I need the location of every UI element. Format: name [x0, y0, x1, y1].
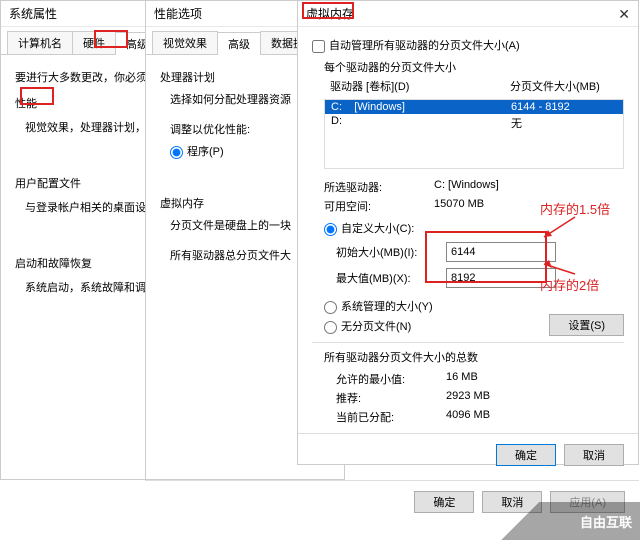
drive-row-c[interactable]: C: [Windows] 6144 - 8192 [325, 100, 623, 114]
vm-title: 虚拟内存 [306, 1, 354, 26]
close-icon[interactable]: ✕ [618, 1, 630, 26]
tab-perfadv[interactable]: 高级 [217, 32, 261, 55]
initial-label: 初始大小(MB)(I): [336, 244, 446, 260]
set-button[interactable]: 设置(S) [549, 314, 624, 336]
perfopts-title: 性能选项 [154, 1, 202, 26]
virtual-memory-dialog: 虚拟内存 ✕ 自动管理所有驱动器的分页文件大小(A) 每个驱动器的分页文件大小 … [297, 0, 639, 465]
radio-system-managed[interactable]: 系统管理的大小(Y) [324, 301, 433, 313]
tab-hardware[interactable]: 硬件 [72, 31, 116, 54]
vm-cancel-button[interactable]: 取消 [564, 444, 624, 466]
vm-buttons: 确定 取消 [298, 433, 638, 476]
avail-label: 可用空间: [324, 198, 434, 214]
radio-programs[interactable]: 程序(P) [170, 146, 224, 158]
rec-value: 2923 MB [446, 390, 490, 406]
col-drive: 驱动器 [卷标](D) [330, 78, 510, 94]
parent-ok-button[interactable]: 确定 [414, 491, 474, 513]
seldrive-value: C: [Windows] [434, 179, 499, 195]
cur-label: 当前已分配: [336, 409, 446, 425]
seldrive-label: 所选驱动器: [324, 179, 434, 195]
initial-size-input[interactable] [446, 242, 556, 262]
max-label: 最大值(MB)(X): [336, 270, 446, 286]
min-label: 允许的最小值: [336, 371, 446, 387]
drive-list[interactable]: C: [Windows] 6144 - 8192 D: 无 [324, 99, 624, 169]
vm-ok-button[interactable]: 确定 [496, 444, 556, 466]
rec-label: 推荐: [336, 390, 446, 406]
drive-row-d[interactable]: D: 无 [325, 114, 623, 132]
avail-value: 15070 MB [434, 198, 484, 214]
cur-value: 4096 MB [446, 409, 490, 425]
each-drive-title: 每个驱动器的分页文件大小 [324, 59, 624, 75]
vm-titlebar: 虚拟内存 ✕ [298, 1, 638, 27]
sysprops-title: 系统属性 [9, 1, 57, 26]
watermark: 自由互联 [480, 502, 640, 540]
totals-title: 所有驱动器分页文件大小的总数 [324, 349, 624, 365]
radio-custom-size[interactable]: 自定义大小(C): [324, 223, 414, 235]
col-size: 分页文件大小(MB) [510, 78, 600, 94]
min-value: 16 MB [446, 371, 478, 387]
max-size-input[interactable] [446, 268, 556, 288]
radio-no-paging[interactable]: 无分页文件(N) [324, 321, 411, 333]
auto-manage-checkbox[interactable]: 自动管理所有驱动器的分页文件大小(A) [312, 40, 520, 52]
tab-computer-name[interactable]: 计算机名 [7, 31, 73, 54]
tab-visual[interactable]: 视觉效果 [152, 31, 218, 54]
